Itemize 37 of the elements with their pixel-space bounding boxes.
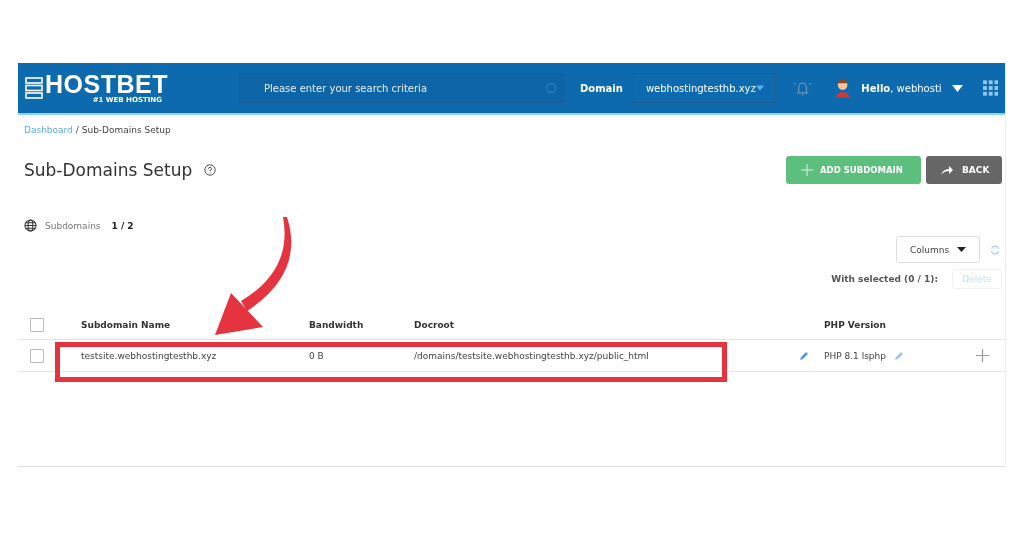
column-header[interactable]: Docroot xyxy=(414,320,795,330)
logo-wordmark: HOSTBET xyxy=(45,72,168,96)
table-cell-text: /domains/testsite.webhostingtesthb.xyz/public_html xyxy=(414,350,650,361)
row-checkbox[interactable] xyxy=(29,348,44,363)
refresh-icon[interactable] xyxy=(990,244,1000,255)
avatar-icon[interactable] xyxy=(834,78,852,98)
column-header[interactable]: Bandwidth xyxy=(309,320,414,330)
column-header[interactable]: Subdomain Name xyxy=(81,320,309,330)
globe-icon xyxy=(24,219,37,232)
subdomains-count: 1 / 2 xyxy=(111,220,134,231)
table-cell-text: testsite.webhostingtesthb.xyz xyxy=(81,350,218,361)
plus-icon xyxy=(801,164,813,176)
pencil-icon[interactable] xyxy=(894,350,904,361)
search-icon[interactable] xyxy=(545,82,557,94)
with-selected-label: With selected (0 / 1): xyxy=(831,274,938,284)
pencil-icon[interactable] xyxy=(799,350,809,361)
select-all-checkbox[interactable] xyxy=(29,318,44,332)
breadcrumb-current: / Sub-Domains Setup xyxy=(75,125,171,135)
share-arrow-icon xyxy=(941,165,953,175)
caret-icon[interactable] xyxy=(951,84,963,92)
search-field[interactable]: Please enter your search criteria xyxy=(239,73,566,103)
caret-icon[interactable] xyxy=(755,85,764,91)
domain-dropdown[interactable]: webhostingtesthb.xyz xyxy=(632,73,775,103)
plus-icon[interactable] xyxy=(976,349,989,362)
column-header[interactable]: PHP Version xyxy=(824,320,970,330)
columns-button[interactable]: Columns xyxy=(896,236,980,263)
back-button[interactable]: BACK xyxy=(926,156,1002,184)
table-cell: PHP 8.1 lsphp xyxy=(824,350,886,361)
table-cell-text: 0 B xyxy=(309,350,325,361)
subdomains-label: Subdomains xyxy=(45,220,101,231)
apps-grid-icon[interactable] xyxy=(982,80,998,96)
user-menu[interactable]: Hello, webhosti xyxy=(861,82,963,94)
page-title: Sub-Domains Setup xyxy=(24,160,193,180)
domain-label: Domain xyxy=(580,82,623,94)
help-icon[interactable] xyxy=(204,164,217,176)
caret-icon xyxy=(957,247,967,252)
server-stack-icon xyxy=(25,77,43,99)
